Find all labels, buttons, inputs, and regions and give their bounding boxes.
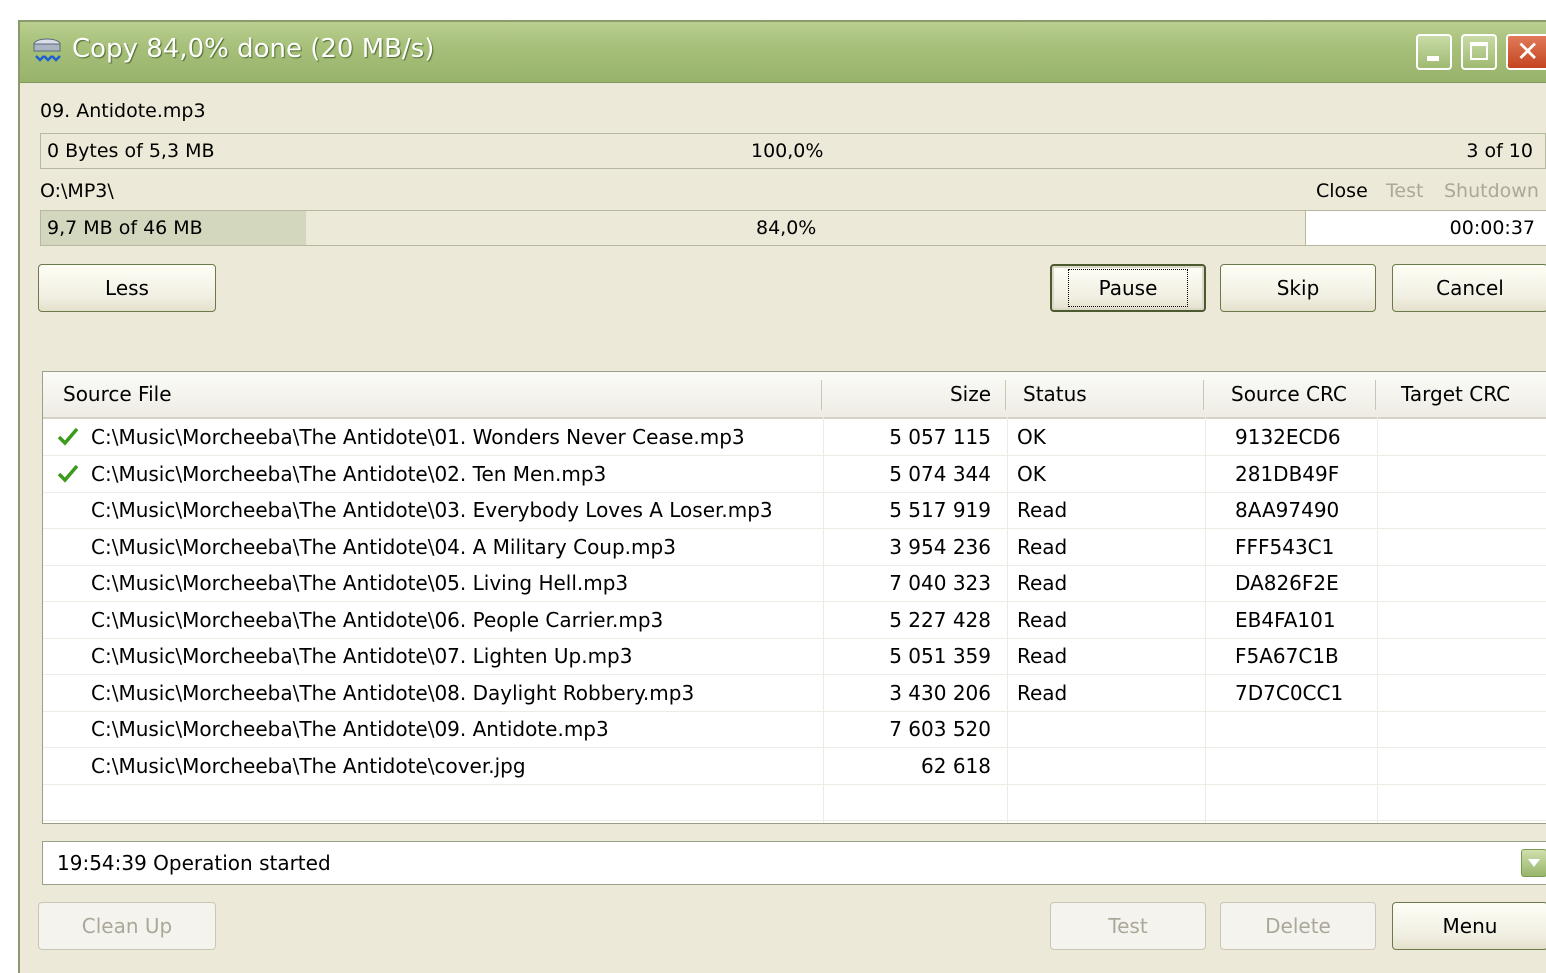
source-crc-cell: 281DB49F [1235, 461, 1340, 486]
column-separator [1375, 380, 1376, 410]
source-file-cell: C:\Music\Morcheeba\The Antidote\03. Ever… [91, 498, 773, 522]
size-cell: 5 057 115 [889, 425, 991, 449]
source-file-cell: C:\Music\Morcheeba\The Antidote\04. A Mi… [91, 534, 676, 559]
window-title: Copy 84,0% done (20 MB/s) [72, 34, 435, 64]
size-cell: 5 517 919 [889, 498, 991, 522]
copy-drive-icon [33, 38, 61, 62]
column-status[interactable]: Status [1023, 382, 1087, 406]
copy-window: Copy 84,0% done (20 MB/s) ✕ 09. Antidote… [18, 20, 1546, 973]
source-file-cell: C:\Music\Morcheeba\The Antidote\02. Ten … [91, 461, 607, 486]
source-crc-cell: FFF543C1 [1235, 534, 1335, 559]
table-row[interactable]: C:\Music\Morcheeba\The Antidote\07. Ligh… [43, 638, 1546, 675]
pause-button[interactable]: Pause [1050, 264, 1206, 312]
table-row[interactable]: C:\Music\Morcheeba\The Antidote\02. Ten … [43, 456, 1546, 493]
table-row[interactable]: C:\Music\Morcheeba\The Antidote\09. Anti… [43, 711, 1546, 748]
column-source-file[interactable]: Source File [63, 382, 172, 406]
file-progress-text: 0 Bytes of 5,3 MB [47, 140, 215, 162]
file-count: 3 of 10 [1466, 140, 1533, 162]
table-row[interactable]: C:\Music\Morcheeba\The Antidote\01. Wond… [43, 419, 1546, 456]
source-file-cell: C:\Music\Morcheeba\The Antidote\08. Dayl… [91, 680, 695, 705]
target-path: O:\MP3\ [40, 180, 114, 202]
status-cell: Read [1017, 571, 1068, 595]
source-file-cell: C:\Music\Morcheeba\The Antidote\05. Livi… [91, 571, 629, 595]
column-target-crc[interactable]: Target CRC [1401, 382, 1510, 406]
table-row[interactable]: C:\Music\Morcheeba\The Antidote\06. Peop… [43, 602, 1546, 639]
table-row[interactable]: C:\Music\Morcheeba\The Antidote\04. A Mi… [43, 529, 1546, 566]
size-cell: 5 051 359 [889, 644, 991, 668]
test-option[interactable]: Test [1386, 180, 1423, 202]
maximize-button[interactable] [1461, 34, 1497, 70]
column-size[interactable]: Size [950, 382, 991, 406]
status-cell: Read [1017, 498, 1068, 522]
size-cell: 3 954 236 [889, 534, 991, 559]
status-cell: Read [1017, 607, 1068, 632]
source-crc-cell: DA826F2E [1235, 571, 1339, 595]
less-button[interactable]: Less [38, 264, 216, 312]
empty-row [43, 821, 1546, 824]
skip-button[interactable]: Skip [1220, 264, 1376, 312]
log-dropdown[interactable]: 19:54:39 Operation started [42, 841, 1546, 885]
file-progress-bar: 0 Bytes of 5,3 MB 100,0% 3 of 10 [40, 133, 1546, 169]
source-file-cell: C:\Music\Morcheeba\The Antidote\09. Anti… [91, 717, 609, 741]
column-separator [821, 380, 822, 410]
column-separator [1005, 380, 1006, 410]
menu-button[interactable]: Menu [1392, 902, 1546, 950]
clean-up-button[interactable]: Clean Up [38, 902, 216, 950]
file-list-table[interactable]: Source File Size Status Source CRC Targe… [42, 371, 1546, 824]
column-source-crc[interactable]: Source CRC [1231, 382, 1347, 406]
cancel-button[interactable]: Cancel [1392, 264, 1546, 312]
status-cell: Read [1017, 644, 1068, 668]
chevron-down-icon[interactable] [1521, 849, 1546, 877]
total-percent: 84,0% [756, 217, 817, 239]
source-crc-cell: 8AA97490 [1235, 498, 1340, 522]
close-option[interactable]: Close [1316, 180, 1368, 202]
status-cell: OK [1017, 461, 1046, 486]
size-cell: 3 430 206 [889, 680, 991, 705]
table-row[interactable]: C:\Music\Morcheeba\The Antidote\cover.jp… [43, 748, 1546, 785]
title-bar[interactable]: Copy 84,0% done (20 MB/s) ✕ [20, 22, 1546, 83]
table-row[interactable]: C:\Music\Morcheeba\The Antidote\08. Dayl… [43, 675, 1546, 712]
source-crc-cell: EB4FA101 [1235, 607, 1336, 632]
size-cell: 5 074 344 [889, 461, 991, 486]
shutdown-option[interactable]: Shutdown [1444, 180, 1546, 202]
file-percent: 100,0% [751, 140, 824, 162]
total-progress-bar: 9,7 MB of 46 MB 84,0% [40, 210, 1306, 246]
source-file-cell: C:\Music\Morcheeba\The Antidote\cover.jp… [91, 753, 526, 778]
size-cell: 62 618 [921, 753, 991, 778]
source-crc-cell: 7D7C0CC1 [1235, 680, 1344, 705]
source-file-cell: C:\Music\Morcheeba\The Antidote\01. Wond… [91, 425, 745, 449]
time-remaining-box: 00:00:37 [1306, 210, 1546, 246]
close-icon: ✕ [1516, 35, 1540, 68]
table-row[interactable]: C:\Music\Morcheeba\The Antidote\05. Livi… [43, 565, 1546, 602]
log-text: 19:54:39 Operation started [57, 851, 331, 875]
minimize-button[interactable] [1416, 34, 1452, 70]
close-window-button[interactable]: ✕ [1506, 34, 1546, 70]
status-cell: Read [1017, 534, 1068, 559]
time-remaining: 00:00:37 [1449, 217, 1535, 239]
delete-button[interactable]: Delete [1220, 902, 1376, 950]
table-header: Source File Size Status Source CRC Targe… [43, 372, 1546, 419]
size-cell: 5 227 428 [889, 607, 991, 632]
test-button[interactable]: Test [1050, 902, 1206, 950]
source-file-cell: C:\Music\Morcheeba\The Antidote\06. Peop… [91, 607, 664, 632]
source-crc-cell: F5A67C1B [1235, 644, 1339, 668]
pause-button-label: Pause [1067, 269, 1189, 307]
table-row[interactable]: C:\Music\Morcheeba\The Antidote\03. Ever… [43, 492, 1546, 529]
size-cell: 7 603 520 [889, 717, 991, 741]
total-progress-text: 9,7 MB of 46 MB [47, 217, 203, 239]
source-file-cell: C:\Music\Morcheeba\The Antidote\07. Ligh… [91, 644, 633, 668]
empty-row [43, 784, 1546, 821]
current-file-name: 09. Antidote.mp3 [40, 100, 206, 122]
status-cell: Read [1017, 680, 1068, 705]
status-cell: OK [1017, 425, 1046, 449]
column-separator [1203, 380, 1204, 410]
check-icon [57, 427, 79, 446]
size-cell: 7 040 323 [889, 571, 991, 595]
check-icon [57, 464, 79, 483]
source-crc-cell: 9132ECD6 [1235, 425, 1341, 449]
